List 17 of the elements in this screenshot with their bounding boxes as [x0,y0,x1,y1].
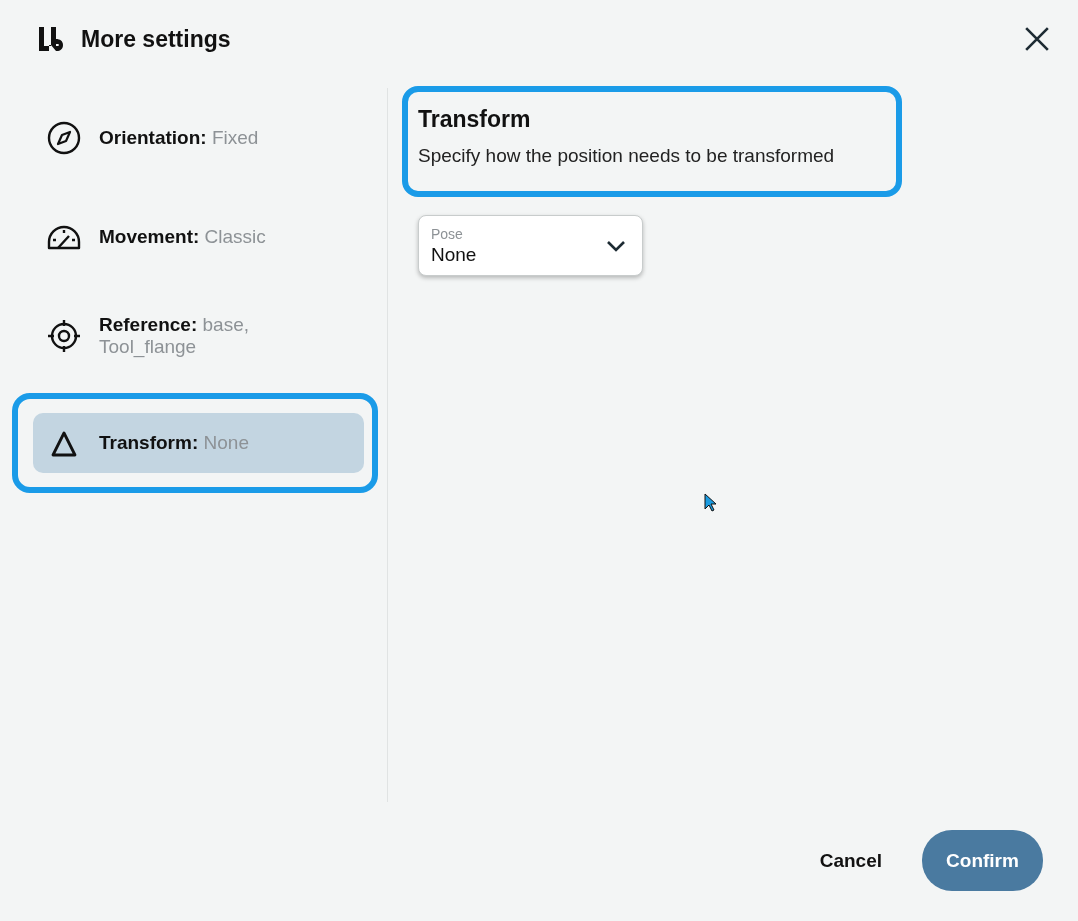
sidebar-item[interactable]: Reference: base, Tool_flange [33,306,364,366]
sidebar-item[interactable]: Movement: Classic [33,207,364,267]
confirm-button[interactable]: Confirm [922,830,1043,891]
mouse-pointer-icon [704,493,718,513]
sidebar-item[interactable]: Orientation: Fixed [33,108,364,168]
section-description: Specify how the position needs to be transformed [418,145,836,167]
chevron-down-icon [606,239,626,252]
crosshair-icon [47,319,81,353]
compass-icon [47,121,81,155]
sidebar-item[interactable]: Transform: None [33,413,364,473]
window-title: More settings [81,25,232,53]
pose-dropdown[interactable]: Pose None [418,215,643,276]
logo-icon [37,25,65,53]
section-title: Transform [418,106,532,133]
cancel-button[interactable]: Cancel [815,839,886,882]
close-button[interactable] [1024,26,1050,52]
close-icon [1024,26,1050,52]
